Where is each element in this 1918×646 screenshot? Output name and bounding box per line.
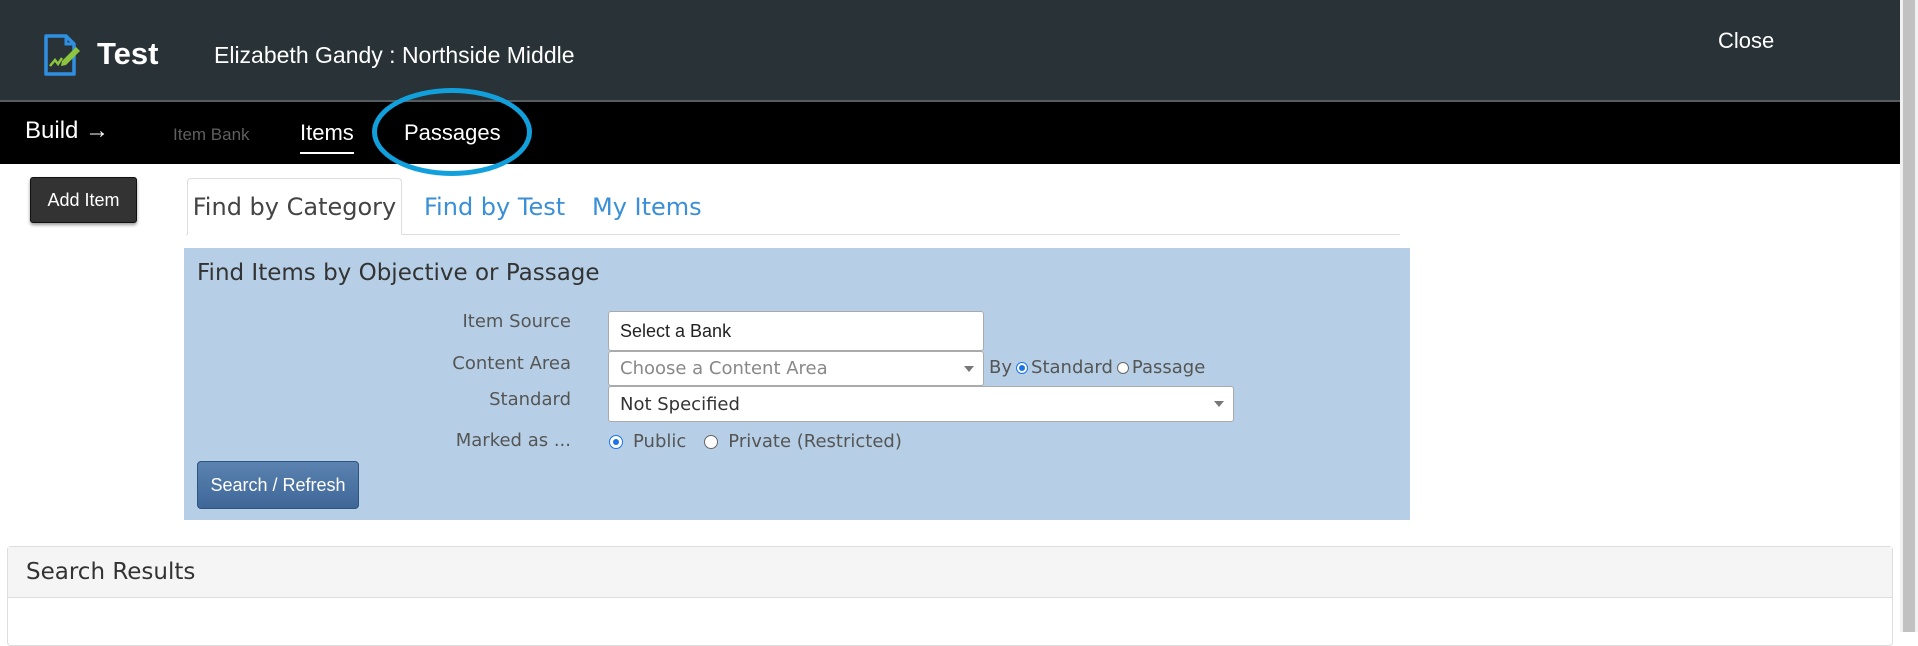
add-item-button[interactable]: Add Item (30, 177, 137, 223)
nav-passages[interactable]: Passages (404, 120, 501, 146)
scrollbar-thumb[interactable] (1903, 0, 1915, 632)
user-school-title: Elizabeth Gandy : Northside Middle (214, 42, 575, 68)
nav-item-bank[interactable]: Item Bank (173, 125, 250, 145)
item-source-field[interactable]: Select a Bank (608, 311, 984, 351)
marked-as-label: Marked as ... (455, 430, 571, 451)
radio-private-label: Private (Restricted) (728, 431, 902, 452)
standard-value: Not Specified (620, 393, 740, 415)
tab-find-by-test[interactable]: Find by Test (424, 178, 565, 235)
test-document-icon (44, 34, 80, 76)
item-source-label: Item Source (462, 311, 571, 332)
by-radio-group: By Standard Passage (989, 357, 1205, 378)
search-results-panel: Search Results (7, 546, 1893, 646)
tab-find-by-category[interactable]: Find by Category (187, 178, 402, 235)
standard-label: Standard (489, 389, 571, 410)
build-label: Build → (25, 117, 110, 144)
radio-passage-label: Passage (1131, 357, 1206, 378)
search-results-title: Search Results (8, 547, 1892, 598)
marked-as-radio-group: Public Private (Restricted) (609, 431, 902, 452)
radio-passage[interactable] (1116, 361, 1129, 374)
by-label: By (989, 357, 1013, 378)
build-nav-bar: Build → Item Bank Items Passages (0, 102, 1900, 164)
nav-items[interactable]: Items (300, 120, 354, 154)
radio-public-label: Public (633, 431, 687, 452)
top-header: Test Elizabeth Gandy : Northside Middle … (0, 0, 1900, 102)
standard-select[interactable]: Not Specified (608, 386, 1234, 422)
search-refresh-button[interactable]: Search / Refresh (197, 461, 359, 509)
find-items-panel: Find Items by Objective or Passage Item … (184, 248, 1410, 520)
radio-private[interactable] (704, 434, 719, 449)
vertical-scrollbar[interactable] (1900, 0, 1918, 632)
chevron-down-icon (964, 365, 974, 372)
content-area-placeholder: Choose a Content Area (620, 358, 828, 379)
panel-title: Find Items by Objective or Passage (197, 260, 600, 286)
radio-standard[interactable] (1016, 361, 1029, 374)
content-area-label: Content Area (452, 353, 571, 374)
app-title: Test (97, 36, 159, 71)
content-area-select[interactable]: Choose a Content Area (608, 351, 984, 386)
radio-standard-label: Standard (1031, 357, 1113, 378)
item-source-value: Select a Bank (620, 320, 732, 341)
radio-public[interactable] (609, 434, 623, 449)
close-button[interactable]: Close (1718, 28, 1774, 54)
chevron-down-icon (1214, 401, 1224, 407)
tab-my-items[interactable]: My Items (592, 178, 702, 235)
